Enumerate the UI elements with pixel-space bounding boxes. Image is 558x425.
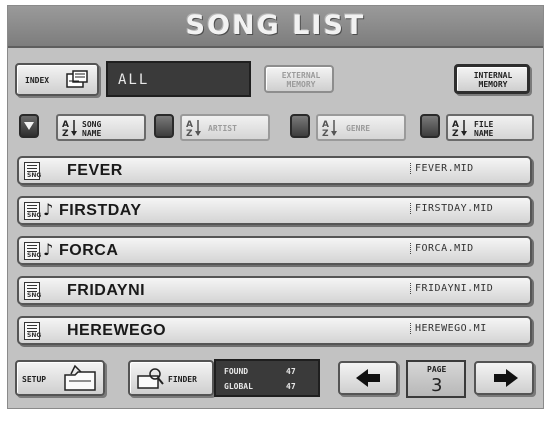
song-file-name: FEVER.MID <box>410 163 474 174</box>
song-row[interactable]: SNG ♪ FORCA FORCA.MID <box>17 236 532 265</box>
index-button[interactable]: INDEX <box>15 63 99 96</box>
sort-file-name-toggle[interactable] <box>420 114 440 138</box>
sort-genre-label: GENRE <box>346 124 371 133</box>
sort-file-name-label: FILE NAME <box>474 120 494 138</box>
page-label: PAGE <box>427 365 447 374</box>
music-note-icon: ♪ <box>43 240 54 259</box>
page-title: SONG LIST <box>185 10 366 41</box>
svg-text:Z: Z <box>452 129 459 138</box>
filter-value: ALL <box>118 72 150 88</box>
folder-setup-icon <box>64 364 96 391</box>
svg-text:Z: Z <box>186 129 193 138</box>
finder-button-label: FINDER <box>168 375 197 384</box>
global-label: GLOBAL <box>224 382 253 391</box>
found-label: FOUND <box>224 367 249 376</box>
sort-artist-label: ARTIST <box>208 124 237 133</box>
sort-song-name-toggle[interactable] <box>19 114 39 138</box>
arrow-left-icon <box>356 369 380 387</box>
song-file-name: FORCA.MID <box>410 243 474 254</box>
song-row[interactable]: SNG FRIDAYNI FRIDAYNI.MID <box>17 276 532 305</box>
internal-memory-button[interactable]: INTERNAL MEMORY <box>454 64 530 94</box>
song-list-screen: SONG LIST INDEX ALL EXTERNAL MEMORY INTE… <box>7 5 544 409</box>
sort-file-name-cell[interactable]: AZ FILE NAME <box>446 114 534 141</box>
sort-song-name-cell[interactable]: AZ SONG NAME <box>56 114 146 141</box>
sort-genre-toggle[interactable] <box>290 114 310 138</box>
internal-memory-label: INTERNAL MEMORY <box>473 71 513 89</box>
index-icon <box>66 70 88 88</box>
index-button-label: INDEX <box>25 76 50 85</box>
previous-page-button[interactable] <box>338 361 398 395</box>
page-indicator: PAGE 3 <box>406 360 466 398</box>
song-file-name: FRIDAYNI.MID <box>410 283 493 294</box>
sort-az-icon: AZ <box>62 120 77 138</box>
filter-display[interactable]: ALL <box>106 61 251 97</box>
song-row[interactable]: SNG ♪ FIRSTDAY FIRSTDAY.MID <box>17 196 532 225</box>
sort-az-icon: AZ <box>186 120 201 138</box>
song-name: FIRSTDAY <box>59 202 142 219</box>
down-triangle-icon <box>24 122 34 130</box>
external-memory-label: EXTERNAL MEMORY <box>281 71 321 89</box>
sort-az-icon: AZ <box>452 120 467 138</box>
song-row[interactable]: SNG HEREWEGO HEREWEGO.MI <box>17 316 532 345</box>
song-name: FORCA <box>59 242 119 259</box>
setup-button[interactable]: SETUP <box>15 360 105 396</box>
title-bar: SONG LIST <box>8 6 543 48</box>
song-name: FEVER <box>67 162 123 179</box>
found-value: 47 <box>286 367 296 376</box>
finder-button[interactable]: FINDER <box>128 360 214 396</box>
song-file-icon: SNG <box>24 282 41 300</box>
sort-artist-toggle[interactable] <box>154 114 174 138</box>
song-file-icon: SNG <box>24 322 41 340</box>
song-file-icon: SNG <box>24 202 41 220</box>
arrow-right-icon <box>494 369 518 387</box>
song-name: HEREWEGO <box>67 322 167 339</box>
page-number: 3 <box>431 375 443 396</box>
music-note-icon: ♪ <box>43 200 54 219</box>
song-file-name: FIRSTDAY.MID <box>410 203 493 214</box>
song-name: FRIDAYNI <box>67 282 146 299</box>
finder-icon <box>137 368 164 389</box>
found-counter-display: FOUND 47 GLOBAL 47 <box>214 359 320 397</box>
global-value: 47 <box>286 382 296 391</box>
song-file-icon: SNG <box>24 162 41 180</box>
sort-artist-cell[interactable]: AZ ARTIST <box>180 114 270 141</box>
external-memory-button[interactable]: EXTERNAL MEMORY <box>264 65 334 93</box>
song-file-icon: SNG <box>24 242 41 260</box>
svg-text:Z: Z <box>62 129 69 138</box>
sort-genre-cell[interactable]: AZ GENRE <box>316 114 406 141</box>
sort-az-icon: AZ <box>322 120 337 138</box>
song-file-name: HEREWEGO.MI <box>410 323 487 334</box>
svg-text:Z: Z <box>322 129 329 138</box>
next-page-button[interactable] <box>474 361 534 395</box>
setup-button-label: SETUP <box>22 375 47 384</box>
song-row[interactable]: SNG FEVER FEVER.MID <box>17 156 532 185</box>
sort-song-name-label: SONG NAME <box>82 120 102 138</box>
